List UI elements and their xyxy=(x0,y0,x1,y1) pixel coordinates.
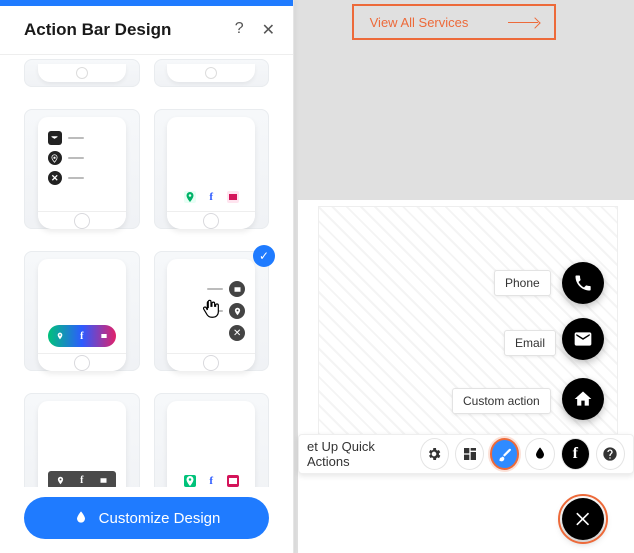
design-option[interactable] xyxy=(154,59,270,87)
design-option[interactable]: f xyxy=(24,251,140,371)
fab-custom[interactable] xyxy=(562,378,604,420)
design-panel: Action Bar Design ? ✕ ✕ xyxy=(0,0,294,553)
mail-icon xyxy=(99,476,108,485)
mail-icon xyxy=(573,329,593,349)
tool-settings[interactable] xyxy=(420,438,449,470)
quick-actions-toolbar: et Up Quick Actions f xyxy=(298,434,634,474)
pin-icon xyxy=(56,332,64,340)
quick-actions-label[interactable]: et Up Quick Actions xyxy=(307,439,414,469)
panel-help-icon[interactable]: ? xyxy=(235,20,244,40)
fab-label-email: Email xyxy=(504,330,556,356)
tool-design[interactable] xyxy=(490,438,519,470)
drop-icon xyxy=(532,446,548,462)
design-option[interactable] xyxy=(24,59,140,87)
drop-icon xyxy=(73,510,89,526)
tool-layout[interactable] xyxy=(455,438,484,470)
design-option[interactable]: f xyxy=(154,393,270,487)
panel-body: ✕ f xyxy=(0,55,293,487)
panel-header: Action Bar Design ? ✕ xyxy=(0,6,293,55)
home-icon xyxy=(573,389,593,409)
help-icon xyxy=(602,446,618,462)
brush-icon xyxy=(497,446,513,462)
phone-icon xyxy=(573,273,593,293)
customize-design-label: Customize Design xyxy=(99,510,221,527)
design-option[interactable]: f xyxy=(24,393,140,487)
design-option[interactable]: ✕ xyxy=(24,109,140,229)
view-all-services-button[interactable]: View All Services xyxy=(352,4,556,40)
tool-facebook[interactable]: f xyxy=(561,438,590,470)
layout-icon xyxy=(462,446,478,462)
fab-label-custom: Custom action xyxy=(452,388,551,414)
designs-grid: ✕ f xyxy=(24,55,269,487)
arrow-right-icon xyxy=(508,22,538,23)
gear-icon xyxy=(426,446,442,462)
tool-drop[interactable] xyxy=(525,438,554,470)
close-icon xyxy=(573,509,593,529)
selected-check-icon: ✓ xyxy=(253,245,275,267)
design-option[interactable]: ✓ ✕ xyxy=(154,251,270,371)
design-option[interactable]: f xyxy=(154,109,270,229)
facebook-icon: f xyxy=(573,445,578,463)
mail-icon xyxy=(100,332,108,340)
pin-icon xyxy=(56,476,65,485)
fab-label-phone: Phone xyxy=(494,270,551,296)
fab-close[interactable] xyxy=(562,498,604,540)
view-all-services-label: View All Services xyxy=(370,15,469,30)
customize-design-button[interactable]: Customize Design xyxy=(24,497,269,539)
panel-title: Action Bar Design xyxy=(24,20,171,40)
fab-phone[interactable] xyxy=(562,262,604,304)
fab-email[interactable] xyxy=(562,318,604,360)
tool-help[interactable] xyxy=(596,438,625,470)
panel-close-icon[interactable]: ✕ xyxy=(262,20,275,40)
